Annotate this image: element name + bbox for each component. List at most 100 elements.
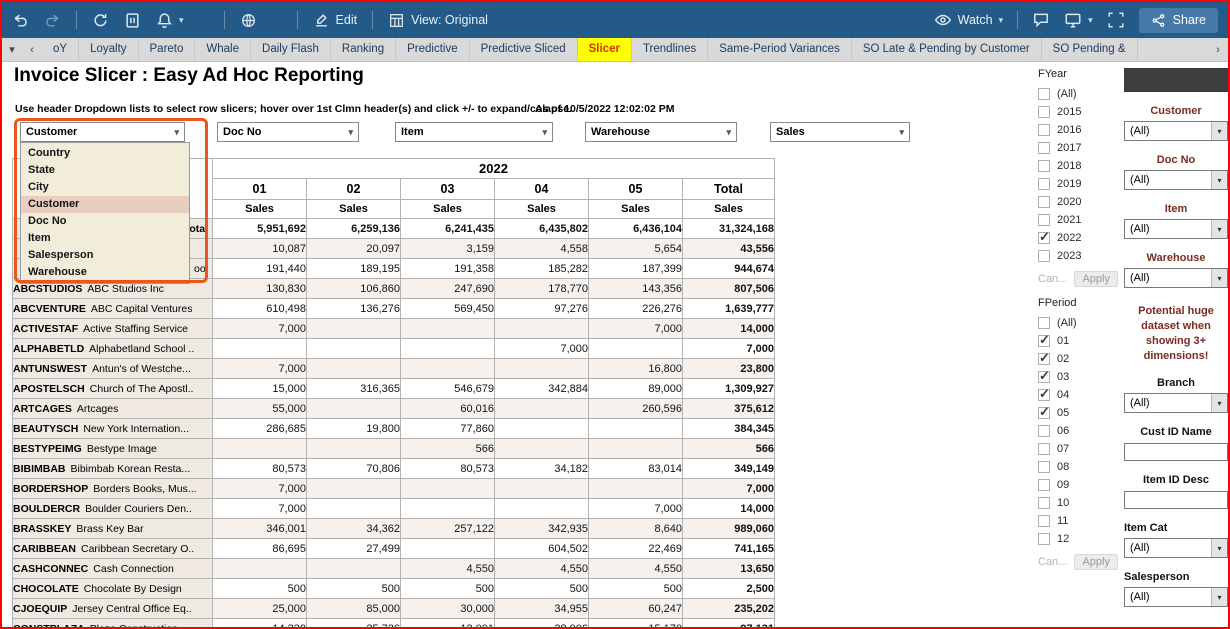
value-cell[interactable]: 13,650 [683, 559, 775, 579]
value-cell[interactable] [307, 359, 401, 379]
value-cell[interactable]: 19,800 [307, 419, 401, 439]
value-cell[interactable]: 286,685 [213, 419, 307, 439]
row-label[interactable]: BIBIMBABBibimbab Korean Resta... [13, 459, 213, 479]
value-cell[interactable]: 14,339 [213, 619, 307, 628]
row-label[interactable]: ABCVENTUREABC Capital Ventures [13, 299, 213, 319]
value-cell[interactable] [307, 439, 401, 459]
item-filter-select[interactable]: (All)▾ [1124, 219, 1228, 239]
value-cell[interactable]: 741,165 [683, 539, 775, 559]
value-cell[interactable]: 566 [683, 439, 775, 459]
value-cell[interactable]: 15,000 [213, 379, 307, 399]
row-label[interactable]: CHOCOLATEChocolate By Design [13, 579, 213, 599]
value-cell[interactable] [307, 559, 401, 579]
value-cell[interactable]: 34,182 [495, 459, 589, 479]
warehouse-filter-select[interactable]: (All)▾ [1124, 268, 1228, 288]
share-button[interactable]: Share [1139, 8, 1218, 33]
value-cell[interactable]: 4,550 [401, 559, 495, 579]
row-label[interactable]: CASHCONNECCash Connection [13, 559, 213, 579]
value-cell[interactable]: 8,640 [589, 519, 683, 539]
view-original-button[interactable]: View: Original [388, 12, 488, 29]
value-cell[interactable] [401, 319, 495, 339]
value-cell[interactable]: 191,358 [401, 259, 495, 279]
value-cell[interactable]: 7,000 [213, 319, 307, 339]
value-cell[interactable]: 7,000 [213, 479, 307, 499]
tab-predictive-sliced[interactable]: Predictive Sliced [470, 38, 578, 61]
row-label[interactable]: BORDERSHOPBorders Books, Mus... [13, 479, 213, 499]
value-cell[interactable]: 1,639,777 [683, 299, 775, 319]
value-cell[interactable] [589, 439, 683, 459]
value-cell[interactable] [401, 339, 495, 359]
row-label[interactable]: ARTCAGESArtcages [13, 399, 213, 419]
value-cell[interactable]: 89,000 [589, 379, 683, 399]
value-cell[interactable]: 97,276 [495, 299, 589, 319]
value-cell[interactable] [401, 479, 495, 499]
value-cell[interactable]: 31,324,168 [683, 219, 775, 239]
value-cell[interactable]: 546,679 [401, 379, 495, 399]
value-cell[interactable]: 178,770 [495, 279, 589, 299]
value-cell[interactable]: 4,550 [495, 559, 589, 579]
value-cell[interactable] [401, 539, 495, 559]
value-cell[interactable]: 500 [495, 579, 589, 599]
value-cell[interactable]: 10,087 [213, 239, 307, 259]
month-header-02[interactable]: 02 [307, 179, 401, 200]
value-cell[interactable]: 97,131 [683, 619, 775, 628]
value-cell[interactable]: 569,450 [401, 299, 495, 319]
month-header-03[interactable]: 03 [401, 179, 495, 200]
value-cell[interactable] [495, 479, 589, 499]
dropdown-item-country[interactable]: Country [21, 145, 189, 162]
value-cell[interactable]: 375,612 [683, 399, 775, 419]
fperiod-option-04[interactable]: ✓04 [1038, 386, 1118, 404]
value-cell[interactable]: 85,000 [307, 599, 401, 619]
undo-button[interactable] [12, 12, 29, 29]
row-label[interactable]: APOSTELSCHChurch of The Apostl.. [13, 379, 213, 399]
month-header-04[interactable]: 04 [495, 179, 589, 200]
value-cell[interactable]: 34,955 [495, 599, 589, 619]
value-cell[interactable]: 6,435,802 [495, 219, 589, 239]
row-label[interactable]: CONSTPLAZAPlaza Construction [13, 619, 213, 628]
device-preview-dropdown-button[interactable]: ▾ [1064, 11, 1093, 29]
fperiod-option-all[interactable]: (All) [1038, 314, 1118, 332]
value-cell[interactable]: 4,558 [495, 239, 589, 259]
tab-trendlines[interactable]: Trendlines [632, 38, 708, 61]
slicer-select-warehouse[interactable]: Warehouse▾ [585, 122, 737, 142]
fyear-cancel-button[interactable]: Can... [1038, 273, 1067, 285]
dropdown-item-item[interactable]: Item [21, 230, 189, 247]
value-cell[interactable]: 4,550 [589, 559, 683, 579]
value-cell[interactable] [495, 319, 589, 339]
value-cell[interactable]: 349,149 [683, 459, 775, 479]
value-cell[interactable]: 60,247 [589, 599, 683, 619]
refresh-button[interactable] [92, 12, 109, 29]
value-cell[interactable]: 1,309,927 [683, 379, 775, 399]
value-cell[interactable]: 346,001 [213, 519, 307, 539]
value-cell[interactable]: 226,276 [589, 299, 683, 319]
fperiod-option-08[interactable]: 08 [1038, 458, 1118, 476]
fperiod-option-03[interactable]: ✓03 [1038, 368, 1118, 386]
fyear-option-2020[interactable]: 2020 [1038, 193, 1118, 211]
fyear-option-2022[interactable]: ✓2022 [1038, 229, 1118, 247]
fyear-option-2015[interactable]: 2015 [1038, 103, 1118, 121]
value-cell[interactable] [213, 339, 307, 359]
value-cell[interactable]: 143,356 [589, 279, 683, 299]
year-header[interactable]: 2022 [213, 159, 775, 179]
dropdown-item-state[interactable]: State [21, 162, 189, 179]
dropdown-item-city[interactable]: City [21, 179, 189, 196]
fyear-option-2016[interactable]: 2016 [1038, 121, 1118, 139]
value-cell[interactable] [589, 339, 683, 359]
value-cell[interactable]: 187,399 [589, 259, 683, 279]
tab-slicer[interactable]: Slicer [578, 38, 632, 61]
total-column-header[interactable]: Total [683, 179, 775, 200]
dropdown-item-customer[interactable]: Customer [21, 196, 189, 213]
value-cell[interactable] [495, 439, 589, 459]
value-cell[interactable] [307, 499, 401, 519]
value-cell[interactable] [495, 419, 589, 439]
value-cell[interactable]: 6,436,104 [589, 219, 683, 239]
value-cell[interactable]: 807,506 [683, 279, 775, 299]
value-cell[interactable]: 55,000 [213, 399, 307, 419]
value-cell[interactable]: 191,440 [213, 259, 307, 279]
slicer-select-doc-no[interactable]: Doc No▾ [217, 122, 359, 142]
fperiod-option-06[interactable]: 06 [1038, 422, 1118, 440]
value-cell[interactable] [495, 359, 589, 379]
row-label[interactable]: ANTUNSWESTAntun's of Westche... [13, 359, 213, 379]
slicer-select-sales[interactable]: Sales▾ [770, 122, 910, 142]
tab-oy[interactable]: oY [42, 38, 79, 61]
